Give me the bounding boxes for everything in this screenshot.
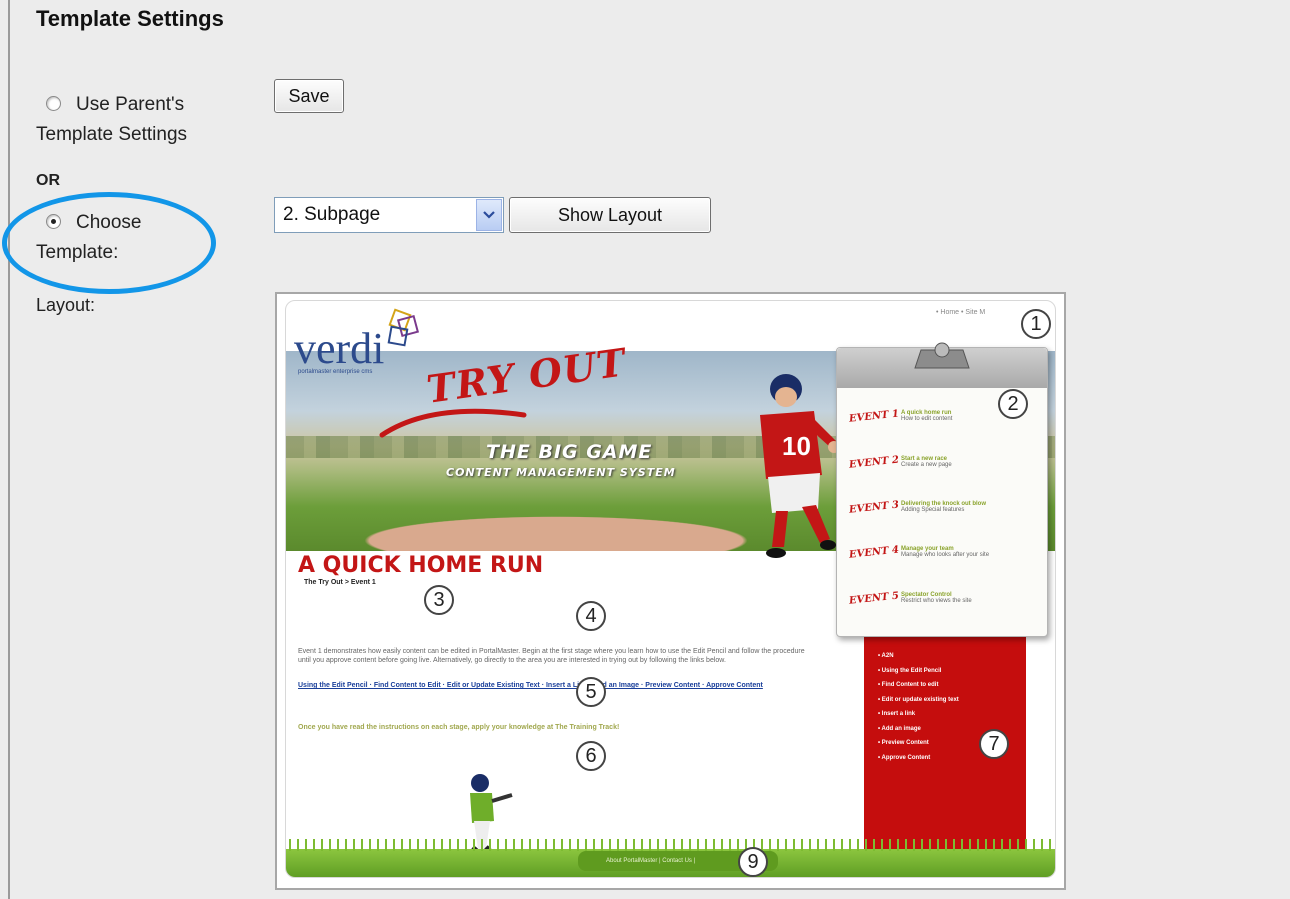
show-layout-button[interactable]: Show Layout xyxy=(509,197,711,233)
side-nav-item: Find Content to edit xyxy=(878,678,959,693)
verdi-logo-text: verdi xyxy=(294,324,385,373)
preview-body-links: Using the Edit Pencil · Find Content to … xyxy=(298,682,763,689)
hero-title: THE BIG GAME xyxy=(486,441,653,463)
verdi-logo-icon xyxy=(387,308,420,347)
region-marker-3: 3 xyxy=(424,585,454,615)
event-tag: EVENT 3 xyxy=(848,499,900,516)
chevron-down-icon[interactable] xyxy=(476,199,502,231)
side-nav-item: A2N xyxy=(878,649,959,664)
preview-body-note: Once you have read the instructions on e… xyxy=(298,724,620,731)
hero-subtitle: CONTENT MANAGEMENT SYSTEM xyxy=(446,466,676,479)
use-parent-label-line1: Use Parent's xyxy=(76,94,185,115)
preview-body-text: Event 1 demonstrates how easily content … xyxy=(298,648,805,664)
verdi-logo-tagline: portalmaster enterprise cms xyxy=(298,369,373,375)
event-tag: EVENT 1 xyxy=(848,408,900,425)
event-tag: EVENT 2 xyxy=(848,454,900,471)
use-parent-label-line2: Template Settings xyxy=(36,124,188,145)
baseball-player-image: 10 xyxy=(760,374,840,558)
event-desc: Restrict who views the site xyxy=(901,598,972,604)
preview-page-heading: A QUICK HOME RUN xyxy=(298,553,544,578)
event-desc: Create a new page xyxy=(901,462,952,468)
jersey-number: 10 xyxy=(782,431,811,461)
event-tag: EVENT 4 xyxy=(848,544,900,561)
side-nav-item: Insert a link xyxy=(878,707,959,722)
section-title: Template Settings xyxy=(36,6,224,31)
region-marker-2: 2 xyxy=(998,389,1028,419)
region-marker-6: 6 xyxy=(576,741,606,771)
save-button[interactable]: Save xyxy=(274,79,344,113)
event-item: EVENT 2 Start a new race Create a new pa… xyxy=(848,454,952,471)
layout-label: Layout: xyxy=(36,295,96,315)
use-parent-option[interactable]: Use Parent's xyxy=(46,92,184,118)
region-marker-1: 1 xyxy=(1021,309,1051,339)
template-select[interactable]: 2. Subpage xyxy=(274,197,504,233)
tryout-swoosh-icon xyxy=(379,408,527,438)
region-marker-9: 9 xyxy=(738,847,768,877)
use-parent-radio[interactable] xyxy=(46,96,61,111)
event-tag: EVENT 5 xyxy=(848,590,900,607)
region-marker-4: 4 xyxy=(576,601,606,631)
region-marker-5: 5 xyxy=(576,677,606,707)
side-nav-item: Approve Content xyxy=(878,751,959,766)
region-marker-7: 7 xyxy=(979,729,1009,759)
event-desc: Adding Special features xyxy=(901,507,965,513)
event-item: EVENT 3 Delivering the knock out blow Ad… xyxy=(848,499,986,516)
left-border xyxy=(8,0,10,899)
template-select-value: 2. Subpage xyxy=(283,204,381,225)
event-desc: How to edit content xyxy=(901,416,953,422)
preview-breadcrumb: The Try Out > Event 1 xyxy=(304,579,376,586)
side-nav-item: Edit or update existing text xyxy=(878,693,959,708)
event-desc: Manage who looks after your site xyxy=(901,552,990,558)
side-nav-item: Using the Edit Pencil xyxy=(878,664,959,679)
side-nav-item: Add an image xyxy=(878,722,959,737)
event-item: EVENT 1 A quick home run How to edit con… xyxy=(848,408,953,425)
layout-preview-page: • Home • Site M THE BIG GAME CONTENT MAN… xyxy=(285,300,1056,878)
or-label: OR xyxy=(36,172,60,189)
event-item: EVENT 5 Spectator Control Restrict who v… xyxy=(848,590,972,607)
preview-top-links: • Home • Site M xyxy=(936,309,986,316)
layout-preview: • Home • Site M THE BIG GAME CONTENT MAN… xyxy=(275,292,1066,890)
clipboard-clip-icon xyxy=(914,342,970,369)
highlight-ellipse xyxy=(2,192,216,294)
side-nav-item: Preview Content xyxy=(878,736,959,751)
event-item: EVENT 4 Manage your team Manage who look… xyxy=(848,544,990,561)
side-nav-list: A2N Using the Edit Pencil Find Content t… xyxy=(878,649,959,765)
